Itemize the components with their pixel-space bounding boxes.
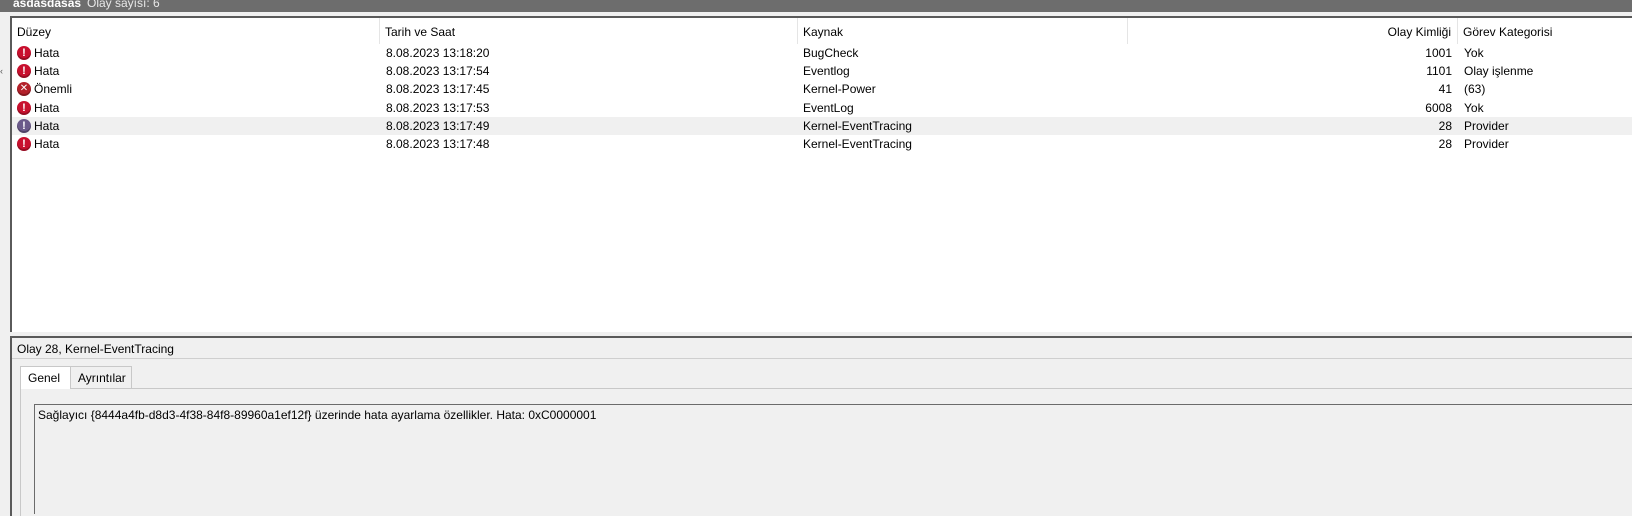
level-text: Hata (34, 137, 60, 151)
cell-datetime: 8.08.2023 13:17:49 (386, 119, 490, 133)
cell-source: Kernel-EventTracing (803, 137, 912, 151)
column-header-task-category[interactable]: Görev Kategorisi (1458, 18, 1632, 44)
cell-datetime: 8.08.2023 13:18:20 (386, 46, 490, 60)
cell-event-id: 28 (1438, 119, 1452, 133)
cell-source: EventLog (803, 101, 854, 115)
critical-icon: ✕ (17, 82, 31, 96)
table-row[interactable]: ! Hata 8.08.2023 13:17:54 Eventlog 1101 Olay … (12, 62, 1632, 80)
error-icon: ! (17, 101, 31, 115)
cell-datetime: 8.08.2023 13:17:48 (386, 137, 490, 151)
error-icon: ! (17, 137, 31, 151)
cell-event-id: 6008 (1425, 101, 1452, 115)
table-row[interactable]: ! Hata 8.08.2023 13:17:49 Kernel-EventTraci… (12, 117, 1632, 135)
column-header-level[interactable]: Düzey (12, 18, 380, 44)
cell-task-category: Provider (1464, 137, 1509, 151)
log-name: asdasdasas (13, 0, 82, 10)
cell-datetime: 8.08.2023 13:17:54 (386, 64, 490, 78)
cell-event-id: 1101 (1426, 64, 1452, 78)
cell-task-category: Provider (1464, 119, 1509, 133)
table-row[interactable]: ! Hata 8.08.2023 13:18:20 BugCheck 1001 Yok (12, 44, 1632, 62)
cell-source: Kernel-EventTracing (803, 119, 912, 133)
level-text: Önemli (34, 82, 73, 96)
tab-genel[interactable]: Genel (20, 366, 71, 389)
cell-event-id: 1001 (1425, 46, 1452, 60)
table-row[interactable]: ! Hata 8.08.2023 13:17:53 EventLog 6008 Yok (12, 99, 1632, 117)
cell-level: ! Hata (14, 99, 59, 117)
event-message-box[interactable]: Sağlayıcı {8444a4fb-d8d3-4f38-84f8-89960… (34, 404, 1632, 514)
splitter-grip[interactable]: ‹ (0, 66, 3, 76)
column-header-datetime[interactable]: Tarih ve Saat (380, 18, 798, 44)
cell-level: ! Hata (14, 62, 59, 80)
cell-datetime: 8.08.2023 13:17:45 (386, 82, 490, 96)
tab-panel-general: Sağlayıcı {8444a4fb-d8d3-4f38-84f8-89960… (20, 388, 1632, 516)
event-detail-pane: Olay 28, Kernel-EventTracing Genel Ayrın… (10, 336, 1632, 516)
table-row[interactable]: ! Hata 8.08.2023 13:17:48 Kernel-EventTraci… (12, 135, 1632, 153)
cell-task-category: Yok (1464, 46, 1484, 60)
error-icon: ! (17, 119, 31, 133)
cell-event-id: 28 (1438, 137, 1452, 151)
cell-datetime: 8.08.2023 13:17:53 (386, 101, 490, 115)
error-icon: ! (17, 46, 31, 60)
event-message-text: Sağlayıcı {8444a4fb-d8d3-4f38-84f8-89960… (38, 408, 597, 422)
cell-source: Kernel-Power (803, 82, 876, 96)
cell-source: Eventlog (803, 64, 850, 78)
column-header-event-id[interactable]: Olay Kimliği (1128, 18, 1458, 44)
events-grid[interactable]: Düzey Tarih ve Saat Kaynak Olay Kimliği … (10, 16, 1632, 332)
level-text: Hata (34, 64, 60, 78)
cell-level: ✕ Önemli (14, 80, 72, 98)
detail-title: Olay 28, Kernel-EventTracing (12, 338, 1632, 359)
cell-level: ! Hata (14, 135, 59, 153)
cell-task-category: Yok (1464, 101, 1484, 115)
cell-task-category: (63) (1464, 82, 1486, 96)
column-header-source[interactable]: Kaynak (798, 18, 1128, 44)
cell-level: ! Hata (14, 44, 59, 62)
grid-header: Düzey Tarih ve Saat Kaynak Olay Kimliği … (12, 18, 1632, 44)
cell-level: ! Hata (14, 117, 59, 135)
table-row[interactable]: ✕ Önemli 8.08.2023 13:17:45 Kernel-Power 41 (… (12, 80, 1632, 98)
log-header-bar: asdasdasas Olay sayısı: 6 (0, 0, 1632, 12)
cell-event-id: 41 (1438, 82, 1452, 96)
event-count: Olay sayısı: 6 (87, 0, 160, 10)
level-text: Hata (34, 46, 60, 60)
tab-ayrintilar[interactable]: Ayrıntılar (70, 366, 132, 388)
error-icon: ! (17, 64, 31, 78)
cell-task-category: Olay işlenme (1464, 64, 1534, 78)
level-text: Hata (34, 119, 60, 133)
cell-source: BugCheck (803, 46, 859, 60)
level-text: Hata (34, 101, 60, 115)
